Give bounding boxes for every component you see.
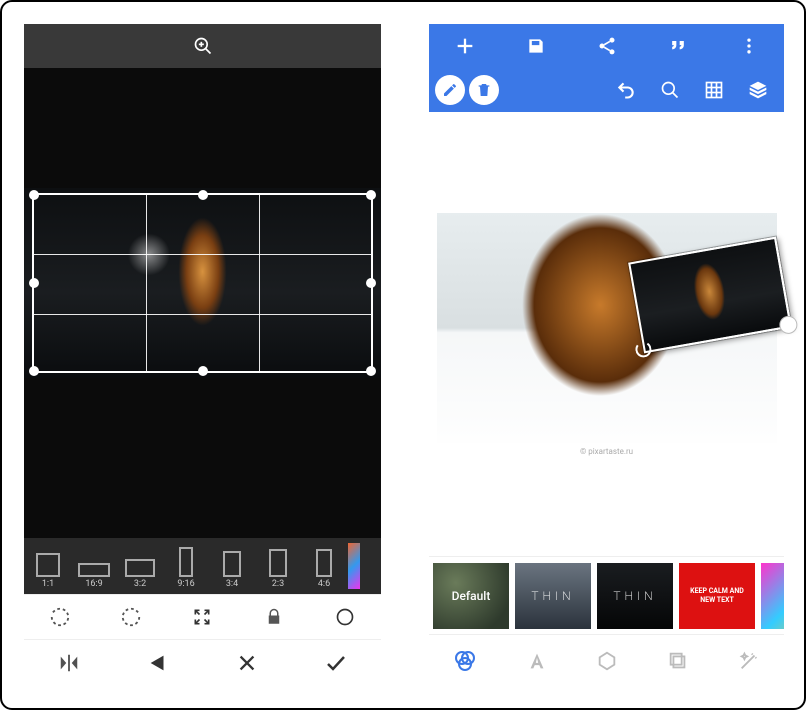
delete-layer-button[interactable] xyxy=(469,75,499,105)
crop-tool-row xyxy=(24,594,381,640)
zoom-icon[interactable] xyxy=(650,70,690,110)
layers-tab-icon[interactable] xyxy=(667,650,689,672)
crop-handle-ml[interactable] xyxy=(29,278,39,288)
style-preset-3[interactable]: KEEP CALM AND NEW TEXT xyxy=(679,563,755,629)
crop-topbar xyxy=(24,24,381,68)
overlay-layer[interactable] xyxy=(628,236,792,353)
edit-layer-button[interactable] xyxy=(435,75,465,105)
ratio-label: 1:1 xyxy=(42,579,54,589)
crop-canvas[interactable] xyxy=(24,68,381,538)
more-ratios-peek[interactable] xyxy=(348,543,360,589)
ratio-label: 4:6 xyxy=(318,579,330,589)
crop-handle-bl[interactable] xyxy=(29,366,39,376)
crop-handle-bc[interactable] xyxy=(198,366,208,376)
crop-action-row xyxy=(24,640,381,686)
ratio-shape-icon xyxy=(36,553,60,577)
shape-tab-icon[interactable] xyxy=(596,650,618,672)
text-tab-icon[interactable] xyxy=(526,650,548,672)
zoom-in-icon[interactable] xyxy=(181,26,225,66)
ratio-shape-icon xyxy=(125,559,155,577)
ratio-shape-icon xyxy=(223,551,241,577)
resize-handle[interactable] xyxy=(777,314,798,335)
undo-icon[interactable] xyxy=(606,70,646,110)
ratio-shape-icon xyxy=(179,547,193,577)
aspect-ratio-16-9[interactable]: 16:9 xyxy=(72,543,116,589)
filters-tab-icon[interactable] xyxy=(453,649,477,673)
style-preset-label: THIN xyxy=(531,589,574,603)
aspect-ratio-1-1[interactable]: 1:1 xyxy=(26,543,70,589)
save-icon[interactable] xyxy=(516,26,556,66)
back-icon[interactable] xyxy=(136,643,180,683)
secondary-toolbar xyxy=(429,68,784,112)
ratio-shape-icon xyxy=(78,563,110,577)
aspect-ratio-4-6[interactable]: 4:6 xyxy=(302,543,346,589)
crop-handle-tl[interactable] xyxy=(29,190,39,200)
ratio-label: 2:3 xyxy=(272,579,284,589)
style-preset-1[interactable]: THIN xyxy=(515,563,591,629)
more-icon[interactable] xyxy=(729,26,769,66)
crop-editor-panel: 1:1 16:9 3:2 9:16 3:4 2:3 4:6 xyxy=(24,24,381,686)
style-presets-strip: Default THIN THIN KEEP CALM AND NEW TEXT ME xyxy=(429,556,784,634)
style-preset-label: Default xyxy=(452,589,491,603)
ratio-label: 9:16 xyxy=(177,579,194,589)
ratio-shape-icon xyxy=(316,549,332,577)
aspect-ratio-3-2[interactable]: 3:2 xyxy=(118,543,162,589)
aspect-ratio-9-16[interactable]: 9:16 xyxy=(164,543,208,589)
rotate-handle-icon[interactable] xyxy=(634,340,653,359)
flip-horizontal-icon[interactable] xyxy=(47,643,91,683)
lock-icon[interactable] xyxy=(252,597,296,637)
style-preset-label: THIN xyxy=(613,589,656,603)
bottom-tab-bar xyxy=(429,634,784,686)
confirm-icon[interactable] xyxy=(314,643,358,683)
style-preset-label: KEEP CALM AND NEW TEXT xyxy=(683,587,751,604)
style-preset-0[interactable]: Default xyxy=(433,563,509,629)
watermark-text: © pixartaste.ru xyxy=(580,447,633,456)
editor-canvas[interactable]: © pixartaste.ru xyxy=(429,112,784,556)
rotate-cw-icon[interactable] xyxy=(109,597,153,637)
crop-handle-tc[interactable] xyxy=(198,190,208,200)
aspect-ratio-bar: 1:1 16:9 3:2 9:16 3:4 2:3 4:6 xyxy=(24,538,381,594)
crop-handle-mr[interactable] xyxy=(366,278,376,288)
close-icon[interactable] xyxy=(225,643,269,683)
grid-icon[interactable] xyxy=(694,70,734,110)
crop-handle-tr[interactable] xyxy=(366,190,376,200)
ratio-label: 3:4 xyxy=(226,579,238,589)
share-icon[interactable] xyxy=(587,26,627,66)
ratio-label: 3:2 xyxy=(134,579,146,589)
layers-icon[interactable] xyxy=(738,70,778,110)
style-preset-4[interactable]: ME xyxy=(761,563,784,629)
circle-outline-icon[interactable] xyxy=(323,597,367,637)
quote-icon[interactable] xyxy=(658,26,698,66)
style-preset-2[interactable]: THIN xyxy=(597,563,673,629)
layer-editor-panel: © pixartaste.ru Default THIN THIN KEEP CALM… xyxy=(429,24,784,686)
main-toolbar xyxy=(429,24,784,68)
rotate-ccw-icon[interactable] xyxy=(38,597,82,637)
expand-icon[interactable] xyxy=(180,597,224,637)
ratio-shape-icon xyxy=(269,549,287,577)
aspect-ratio-2-3[interactable]: 2:3 xyxy=(256,543,300,589)
add-icon[interactable] xyxy=(445,26,485,66)
crop-handle-br[interactable] xyxy=(366,366,376,376)
crop-grid-overlay[interactable] xyxy=(32,193,373,373)
wand-tab-icon[interactable] xyxy=(738,650,760,672)
base-image[interactable] xyxy=(437,213,777,443)
ratio-label: 16:9 xyxy=(85,579,102,589)
aspect-ratio-3-4[interactable]: 3:4 xyxy=(210,543,254,589)
